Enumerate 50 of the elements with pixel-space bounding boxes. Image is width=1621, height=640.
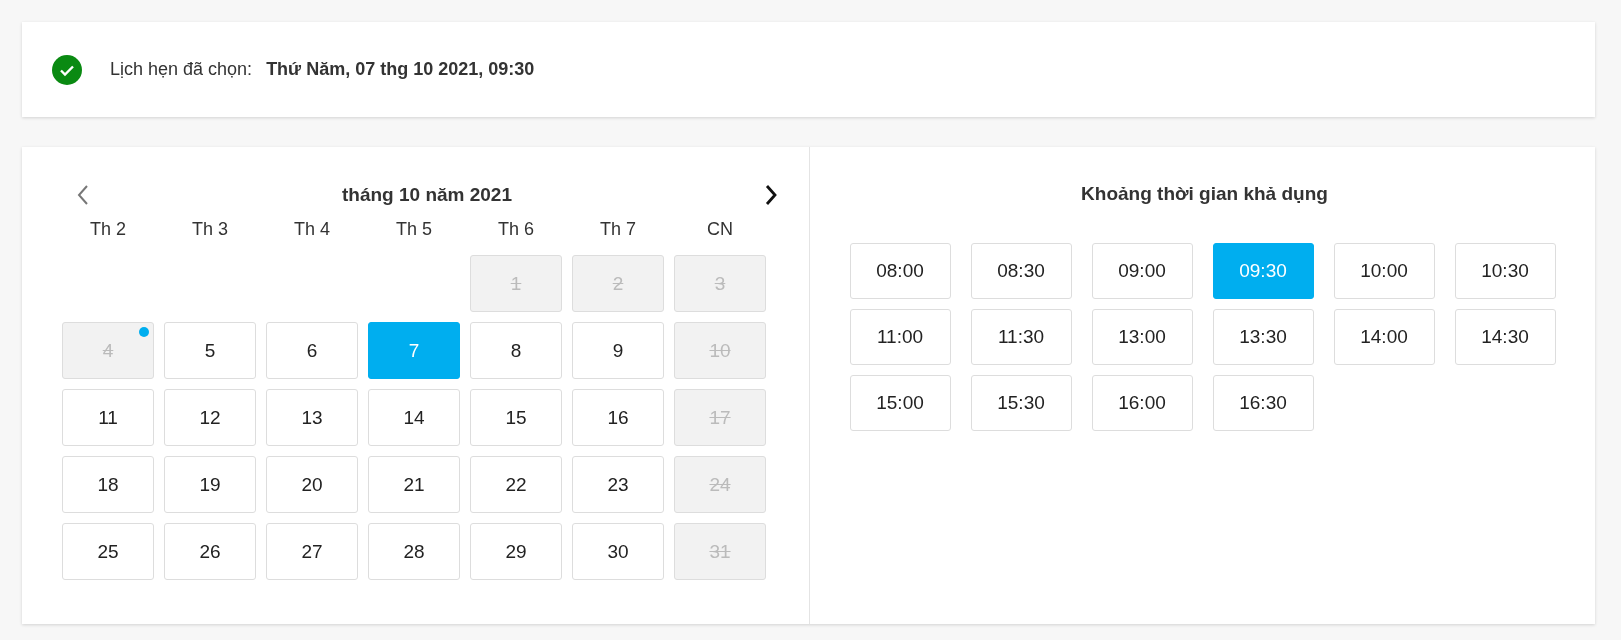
day-button[interactable]: 18: [62, 456, 154, 513]
time-slot-button[interactable]: 15:30: [970, 375, 1072, 431]
day-button[interactable]: 8: [470, 322, 562, 379]
day-button[interactable]: 23: [572, 456, 664, 513]
time-slot-button[interactable]: 13:30: [1212, 309, 1314, 365]
day-button[interactable]: 12: [164, 389, 256, 446]
day-button[interactable]: 16: [572, 389, 664, 446]
day-button[interactable]: 30: [572, 523, 664, 580]
day-button[interactable]: 13: [266, 389, 358, 446]
day-button[interactable]: 9: [572, 322, 664, 379]
chevron-right-icon: [764, 184, 778, 206]
day-button[interactable]: 28: [368, 523, 460, 580]
weekday-label: Th 6: [497, 218, 535, 241]
time-slot-button[interactable]: 11:00: [849, 309, 951, 365]
time-slot-button[interactable]: 15:00: [849, 375, 951, 431]
day-button[interactable]: 11: [62, 389, 154, 446]
weekday-label: Th 5: [395, 218, 433, 241]
month-title: tháng 10 năm 2021: [342, 184, 512, 206]
chevron-left-icon: [76, 184, 90, 206]
time-slot-button[interactable]: 10:00: [1333, 243, 1435, 299]
weekday-label: Th 3: [191, 218, 229, 241]
day-button[interactable]: 26: [164, 523, 256, 580]
weekday-label: Th 4: [293, 218, 331, 241]
weekday-label: CN: [706, 218, 734, 241]
summary-label: Lịch hẹn đã chọn:: [110, 59, 253, 80]
time-slot-button[interactable]: 11:30: [970, 309, 1072, 365]
day-button[interactable]: 15: [470, 389, 562, 446]
day-button[interactable]: 5: [164, 322, 256, 379]
day-button[interactable]: 29: [470, 523, 562, 580]
day-button[interactable]: 21: [368, 456, 460, 513]
day-button[interactable]: 20: [266, 456, 358, 513]
time-slot-button[interactable]: 14:30: [1454, 309, 1556, 365]
weekday-label: Th 7: [599, 218, 637, 241]
day-button[interactable]: 14: [368, 389, 460, 446]
time-slot-button[interactable]: 14:00: [1333, 309, 1435, 365]
summary-value: Thứ Năm, 07 thg 10 2021, 09:30: [266, 59, 535, 80]
time-slot-button[interactable]: 16:30: [1212, 375, 1314, 431]
time-slot-button[interactable]: 13:00: [1091, 309, 1193, 365]
day-button[interactable]: 27: [266, 523, 358, 580]
slots-title: Khoảng thời gian khả dụng: [1081, 183, 1328, 205]
time-slot-button[interactable]: 10:30: [1454, 243, 1556, 299]
time-slot-button[interactable]: 08:00: [849, 243, 951, 299]
time-slot-button[interactable]: 08:30: [970, 243, 1072, 299]
day-button[interactable]: 19: [164, 456, 256, 513]
time-slot-button[interactable]: 09:00: [1091, 243, 1193, 299]
day-button[interactable]: 6: [266, 322, 358, 379]
time-slot-button[interactable]: 16:00: [1091, 375, 1193, 431]
day-button[interactable]: 25: [62, 523, 154, 580]
day-button[interactable]: 22: [470, 456, 562, 513]
weekday-label: Th 2: [89, 218, 127, 241]
